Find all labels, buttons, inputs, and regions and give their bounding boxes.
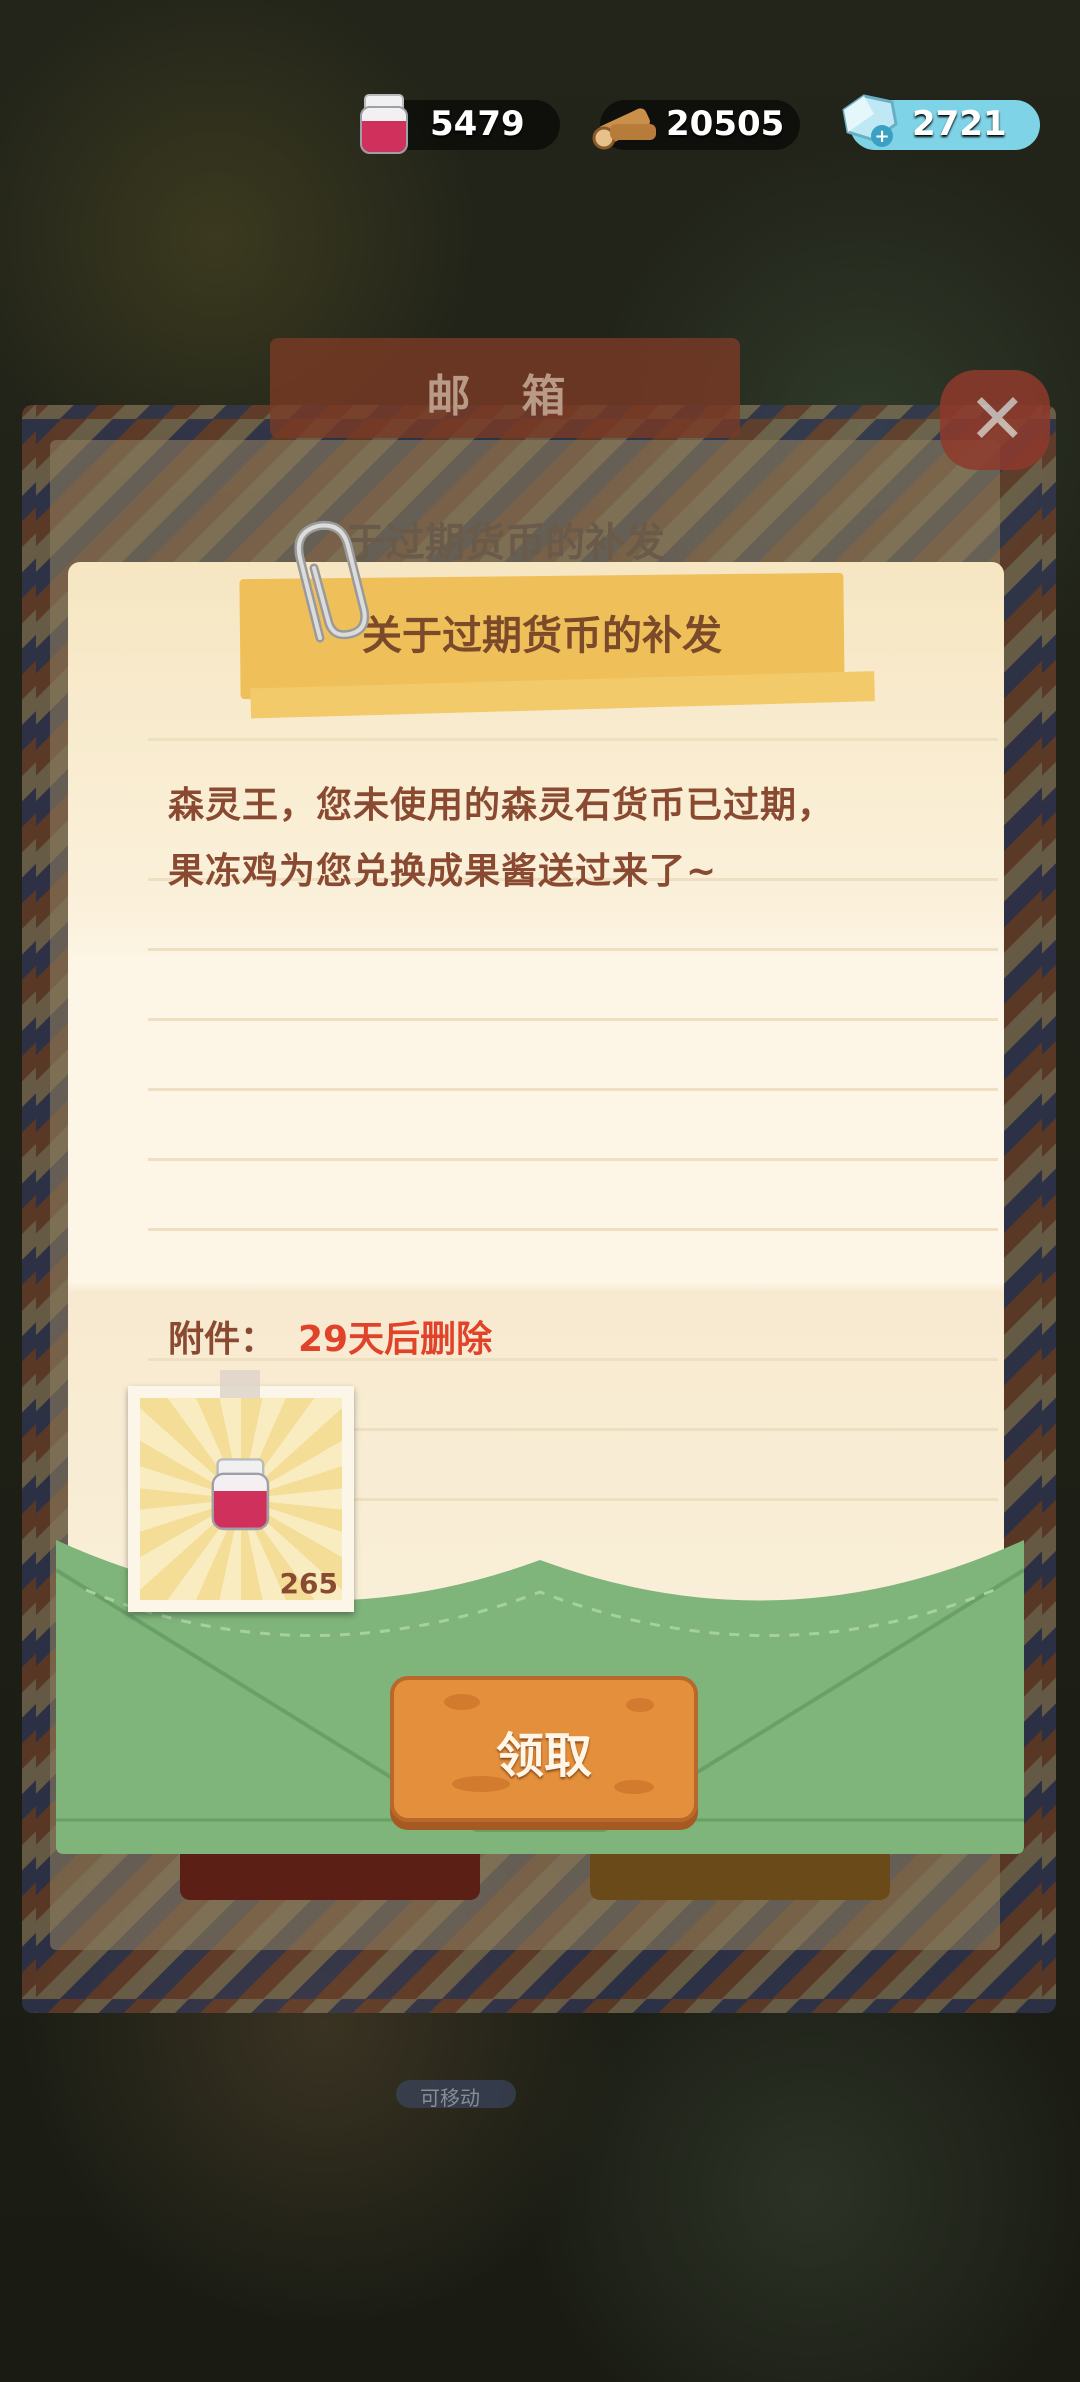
tape (220, 1370, 260, 1400)
movable-badge: 可移动 (396, 2080, 516, 2110)
resource-bar: 5479 20505 + 2721 (0, 92, 1080, 158)
close-icon: ✕ (968, 378, 1027, 460)
resource-wood: 20505 (592, 100, 800, 150)
close-button[interactable]: ✕ (940, 370, 1050, 470)
attachment-label: 附件： (168, 1319, 277, 1360)
mailbox-title: 邮 箱 (426, 371, 584, 422)
claim-button-label: 领取 (495, 1728, 592, 1784)
jam-jar-icon (211, 1458, 270, 1531)
jam-count: 5479 (430, 104, 525, 144)
claim-button[interactable]: 领取 (390, 1676, 698, 1822)
svg-text:+: + (874, 126, 889, 147)
mail-list-item-title: 于过期货币的补发 (345, 520, 665, 566)
resource-gem[interactable]: + 2721 (842, 94, 1040, 150)
gem-plus-icon[interactable]: + (834, 90, 904, 150)
attachment-item-count: 265 (279, 1567, 338, 1600)
jam-jar-icon (360, 94, 408, 154)
gem-count: 2721 (912, 104, 1007, 144)
attachment-item[interactable]: 265 (128, 1370, 354, 1612)
letter-body-line-1: 森灵王，您未使用的森灵石货币已过期， (168, 785, 835, 826)
wood-count: 20505 (666, 104, 785, 144)
attachment-expire-text: 29天后删除 (298, 1319, 493, 1360)
paperclip-icon (294, 520, 370, 643)
letter-body-line-2: 果冻鸡为您兑换成果酱送过来了~ (168, 851, 718, 892)
wood-log-icon (592, 108, 656, 150)
resource-jam: 5479 (360, 94, 560, 154)
